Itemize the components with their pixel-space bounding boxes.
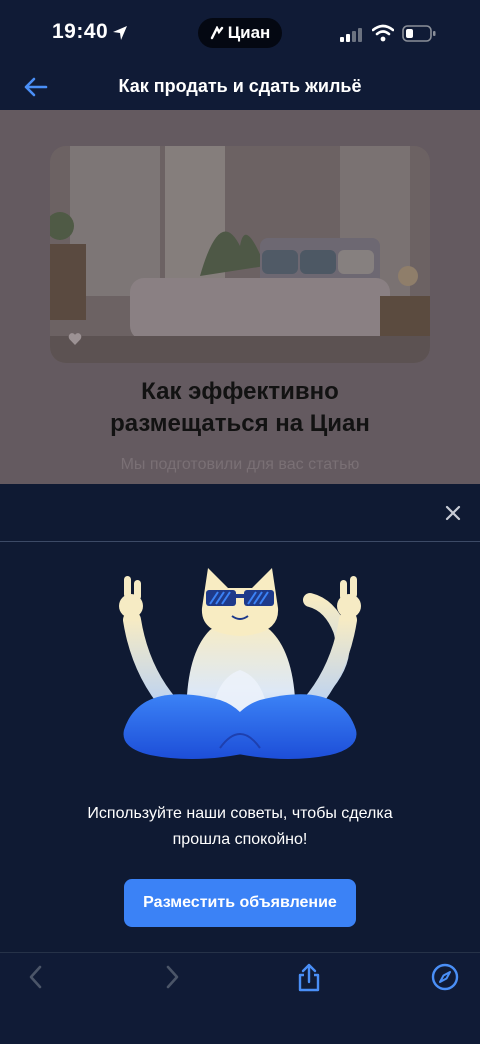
chevron-right-icon[interactable] xyxy=(162,963,182,991)
location-arrow-icon xyxy=(113,26,127,40)
sheet-message-line-2: прошла спокойно! xyxy=(172,831,308,848)
bottom-sheet: Используйте наши советы, чтобы сделка пр… xyxy=(0,484,480,952)
app-pill[interactable]: Циан xyxy=(198,18,282,48)
article-preview: Как эффективно размещаться на Циан Мы по… xyxy=(0,110,480,484)
article-photo xyxy=(50,146,430,363)
article-title-line-1: Как эффективно xyxy=(141,378,339,405)
sheet-divider xyxy=(0,541,480,542)
favorite-heart-icon[interactable] xyxy=(68,332,82,346)
post-listing-button[interactable]: Разместить объявление xyxy=(124,879,356,927)
article-subtitle: Мы подготовили для вас статью xyxy=(120,456,360,473)
wifi-icon xyxy=(372,24,394,42)
status-time: 19:40 xyxy=(52,20,109,43)
battery-icon xyxy=(402,25,436,42)
article-title-line-2: размещаться на Циан xyxy=(110,410,370,437)
sheet-message: Используйте наши советы, чтобы сделка пр… xyxy=(60,801,420,853)
close-icon[interactable] xyxy=(444,504,462,522)
nav-bar: Как продать и сдать жильё xyxy=(0,64,480,110)
compass-icon[interactable] xyxy=(431,963,459,991)
app-pill-label: Циан xyxy=(227,23,271,42)
bedroom-illustration xyxy=(50,146,430,363)
meditating-cat-illustration xyxy=(119,568,361,759)
cian-logo-icon xyxy=(210,26,223,40)
chevron-left-icon[interactable] xyxy=(26,963,46,991)
page-title: Как продать и сдать жильё xyxy=(118,76,362,96)
browser-toolbar xyxy=(0,952,480,1044)
status-bar: 19:40 Циан xyxy=(0,0,480,64)
article-title: Как эффективно размещаться на Циан xyxy=(0,376,480,440)
sheet-message-line-1: Используйте наши советы, чтобы сделка xyxy=(87,805,393,822)
cellular-signal-icon xyxy=(340,28,362,42)
share-icon[interactable] xyxy=(296,963,322,993)
